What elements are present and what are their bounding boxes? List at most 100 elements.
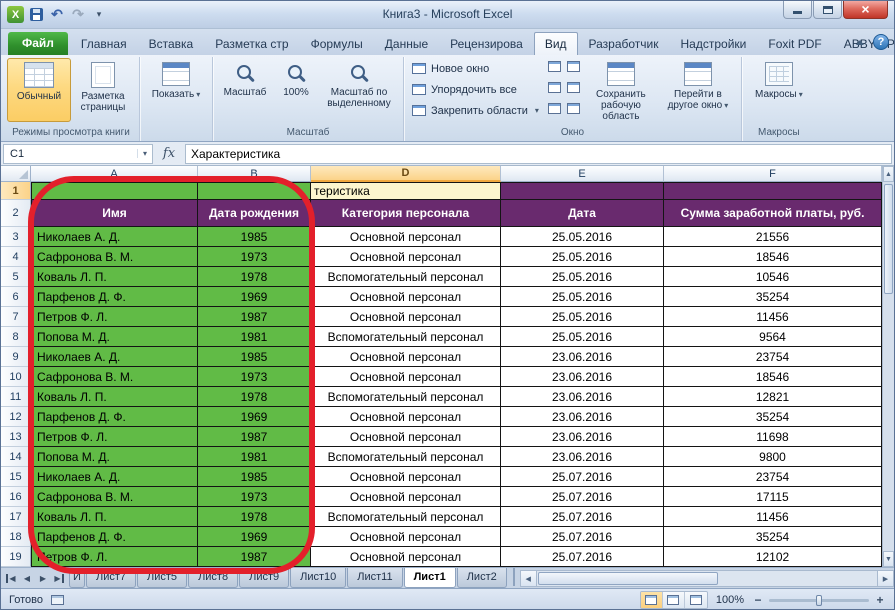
- cell-date[interactable]: 25.05.2016: [501, 327, 664, 347]
- row-header-13[interactable]: 13: [1, 427, 31, 447]
- cell-date[interactable]: 23.06.2016: [501, 387, 664, 407]
- cell-F1[interactable]: [664, 182, 882, 200]
- cell-title-overflow[interactable]: теристика: [311, 182, 501, 200]
- table-header-cell[interactable]: Имя: [31, 200, 198, 227]
- vertical-scrollbar[interactable]: [882, 166, 894, 567]
- cell-date[interactable]: 25.07.2016: [501, 547, 664, 567]
- tab-splitter[interactable]: [510, 568, 518, 586]
- ribbon-tab-Разметка стр[interactable]: Разметка стр: [204, 32, 299, 55]
- close-button[interactable]: [843, 1, 888, 19]
- cell-birth-year[interactable]: 1973: [198, 367, 311, 387]
- ribbon-tab-Foxit PDF[interactable]: Foxit PDF: [757, 32, 832, 55]
- cell-birth-year[interactable]: 1969: [198, 287, 311, 307]
- zoom-button[interactable]: Масштаб: [217, 58, 273, 122]
- page-layout-shortcut[interactable]: [663, 592, 685, 608]
- cell-date[interactable]: 25.05.2016: [501, 227, 664, 247]
- cell-name[interactable]: Петров Ф. Л.: [31, 547, 198, 567]
- scroll-down-button[interactable]: [883, 551, 894, 567]
- cell-date[interactable]: 25.05.2016: [501, 267, 664, 287]
- cell-birth-year[interactable]: 1987: [198, 427, 311, 447]
- cell-category[interactable]: Основной персонал: [311, 547, 501, 567]
- zoom-to-selection-button[interactable]: Масштаб по выделенному: [319, 58, 399, 122]
- save-workspace-button[interactable]: Сохранить рабочую область: [583, 58, 659, 123]
- scroll-left-button[interactable]: [520, 570, 537, 587]
- cell-category[interactable]: Вспомогательный персонал: [311, 447, 501, 467]
- cell-birth-year[interactable]: 1981: [198, 327, 311, 347]
- row-header-10[interactable]: 10: [1, 367, 31, 387]
- cell-name[interactable]: Николаев А. Д.: [31, 227, 198, 247]
- cell-salary[interactable]: 35254: [664, 287, 882, 307]
- cell-name[interactable]: Попова М. Д.: [31, 447, 198, 467]
- row-header-3[interactable]: 3: [1, 227, 31, 247]
- next-sheet-icon[interactable]: [35, 569, 51, 587]
- table-header-cell[interactable]: Дата: [501, 200, 664, 227]
- horizontal-scroll-thumb[interactable]: [538, 572, 718, 585]
- scroll-up-button[interactable]: [883, 166, 894, 182]
- cell-name[interactable]: Парфенов Д. Ф.: [31, 527, 198, 547]
- cell-name[interactable]: Николаев А. Д.: [31, 347, 198, 367]
- cell-category[interactable]: Основной персонал: [311, 227, 501, 247]
- cell-salary[interactable]: 18546: [664, 367, 882, 387]
- page-break-shortcut[interactable]: [685, 592, 707, 608]
- formula-input[interactable]: Характеристика: [185, 144, 892, 164]
- redo-button[interactable]: [69, 6, 87, 24]
- cell-category[interactable]: Основной персонал: [311, 347, 501, 367]
- row-header-12[interactable]: 12: [1, 407, 31, 427]
- cell-date[interactable]: 23.06.2016: [501, 427, 664, 447]
- cell-salary[interactable]: 10546: [664, 267, 882, 287]
- cell-category[interactable]: Основной персонал: [311, 407, 501, 427]
- cell-date[interactable]: 23.06.2016: [501, 447, 664, 467]
- vertical-scroll-thumb[interactable]: [884, 184, 893, 294]
- sheet-tab-clipped[interactable]: И: [69, 568, 85, 588]
- cell-birth-year[interactable]: 1978: [198, 387, 311, 407]
- cell-salary[interactable]: 12102: [664, 547, 882, 567]
- sheet-tab-Лист2[interactable]: Лист2: [457, 568, 507, 588]
- sheet-tab-Лист10[interactable]: Лист10: [290, 568, 346, 588]
- reset-position-icon[interactable]: [564, 100, 583, 117]
- row-header-5[interactable]: 5: [1, 267, 31, 287]
- normal-view-shortcut[interactable]: [641, 592, 663, 608]
- cell-E1[interactable]: [501, 182, 664, 200]
- cell-date[interactable]: 25.05.2016: [501, 247, 664, 267]
- zoom-slider-thumb[interactable]: [816, 595, 822, 606]
- cell-salary[interactable]: 9564: [664, 327, 882, 347]
- macros-button[interactable]: Макросы: [746, 58, 812, 122]
- cell-birth-year[interactable]: 1973: [198, 487, 311, 507]
- side-by-side-icon[interactable]: [564, 58, 583, 75]
- cell-birth-year[interactable]: 1969: [198, 407, 311, 427]
- cell-salary[interactable]: 11456: [664, 507, 882, 527]
- row-header-14[interactable]: 14: [1, 447, 31, 467]
- cell-salary[interactable]: 17115: [664, 487, 882, 507]
- cell-birth-year[interactable]: 1985: [198, 227, 311, 247]
- row-header-2[interactable]: 2: [1, 200, 31, 227]
- cell-birth-year[interactable]: 1969: [198, 527, 311, 547]
- cell-category[interactable]: Основной персонал: [311, 367, 501, 387]
- cell-date[interactable]: 25.07.2016: [501, 507, 664, 527]
- ribbon-tab-Надстройки[interactable]: Надстройки: [670, 32, 758, 55]
- cell-salary[interactable]: 18546: [664, 247, 882, 267]
- ribbon-tab-Данные[interactable]: Данные: [374, 32, 439, 55]
- cell-category[interactable]: Основной персонал: [311, 467, 501, 487]
- cell-birth-year[interactable]: 1987: [198, 307, 311, 327]
- split-icon[interactable]: [545, 58, 564, 75]
- cell-name[interactable]: Парфенов Д. Ф.: [31, 407, 198, 427]
- row-header-15[interactable]: 15: [1, 467, 31, 487]
- ribbon-tab-Разработчик[interactable]: Разработчик: [578, 32, 670, 55]
- row-header-9[interactable]: 9: [1, 347, 31, 367]
- minimize-button[interactable]: [783, 1, 812, 19]
- hide-icon[interactable]: [545, 79, 564, 96]
- scroll-right-button[interactable]: [877, 570, 894, 587]
- ribbon-tab-Вставка[interactable]: Вставка: [138, 32, 205, 55]
- cell-birth-year[interactable]: 1981: [198, 447, 311, 467]
- name-box[interactable]: C1: [3, 144, 153, 164]
- cell-birth-year[interactable]: 1978: [198, 507, 311, 527]
- cell-date[interactable]: 25.05.2016: [501, 307, 664, 327]
- cell-salary[interactable]: 11456: [664, 307, 882, 327]
- cell-category[interactable]: Основной персонал: [311, 527, 501, 547]
- show-button[interactable]: Показать: [144, 58, 208, 122]
- cell-salary[interactable]: 11698: [664, 427, 882, 447]
- row-header-4[interactable]: 4: [1, 247, 31, 267]
- row-header-11[interactable]: 11: [1, 387, 31, 407]
- last-sheet-icon[interactable]: [51, 569, 67, 587]
- column-header-B[interactable]: B: [198, 166, 311, 182]
